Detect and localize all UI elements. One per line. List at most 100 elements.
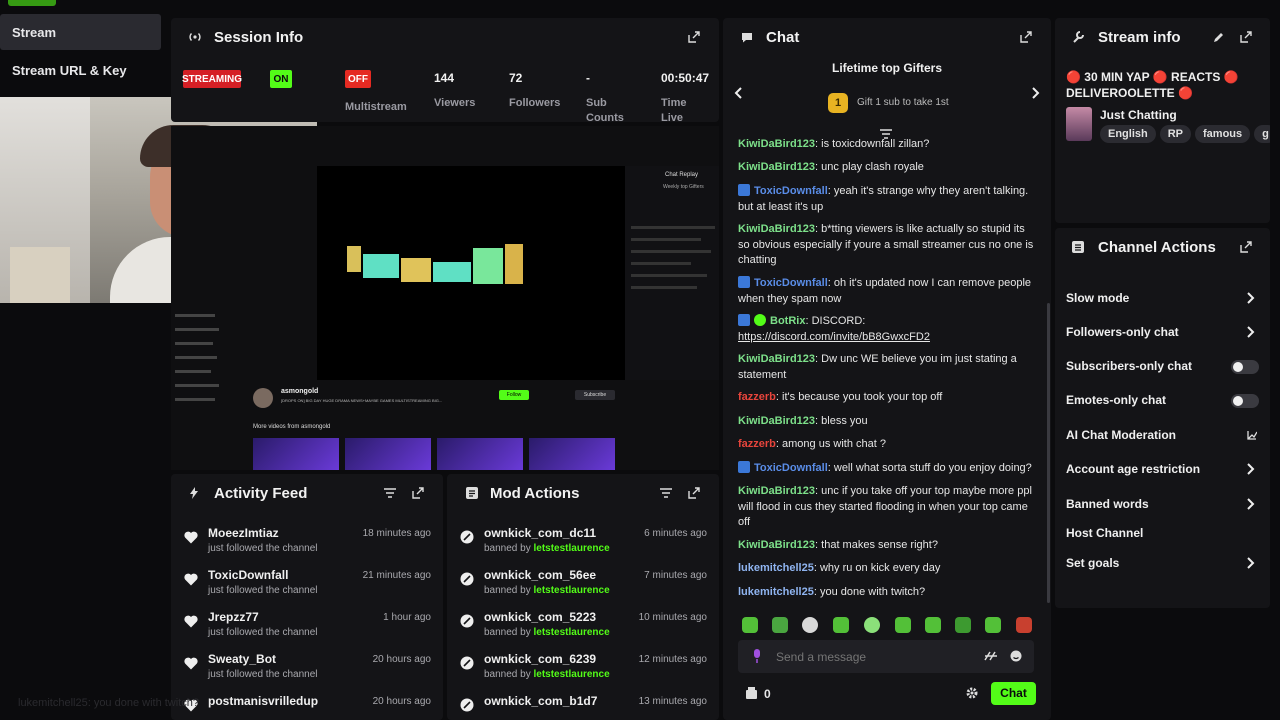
banned-by-label: banned by (484, 585, 531, 596)
chat-username[interactable]: ToxicDownfall (754, 185, 828, 197)
shortcut-icon[interactable] (982, 649, 998, 663)
toggle-switch[interactable] (1231, 394, 1259, 408)
channel-action-item[interactable]: Subscribers-only chat (1066, 359, 1192, 373)
activity-time: 20 hours ago (372, 696, 431, 707)
preview-side-chat: Chat Replay Weekly top Gifters (625, 166, 719, 380)
ban-icon (459, 613, 475, 629)
chat-username[interactable]: lukemitchell25 (738, 586, 814, 598)
chat-username[interactable]: KiwiDaBird123 (738, 138, 815, 150)
channel-actions-panel: Channel Actions (1055, 228, 1270, 608)
channel-action-item[interactable]: Host Channel (1066, 526, 1143, 540)
toggle-switch[interactable] (1231, 360, 1259, 374)
moderator-name[interactable]: letstestlaurence (534, 543, 610, 554)
pencil-icon[interactable] (1211, 30, 1225, 44)
moderator-name[interactable]: letstestlaurence (534, 627, 610, 638)
emote-icon[interactable] (895, 617, 911, 633)
emote-icon[interactable] (955, 617, 971, 633)
channel-action-item[interactable]: AI Chat Moderation (1066, 428, 1176, 442)
emote-icon[interactable] (925, 617, 941, 633)
chat-username[interactable]: fazzerb (738, 438, 776, 450)
emote-icon[interactable] (1016, 617, 1032, 633)
emote-icon[interactable] (864, 617, 880, 633)
verified-badge-icon (754, 314, 766, 326)
emote-icon[interactable] (742, 617, 758, 633)
popout-icon[interactable] (1019, 30, 1033, 44)
chevron-right-icon[interactable] (1029, 84, 1043, 102)
popout-icon[interactable] (1239, 240, 1253, 254)
message-input[interactable] (774, 646, 968, 668)
channel-points-icon[interactable] (744, 686, 758, 700)
chat-message: lukemitchell25: why ru on kick every day (738, 562, 941, 574)
activity-username[interactable]: Sweaty_Bot (208, 652, 276, 666)
tag-chip[interactable]: RP (1159, 125, 1192, 143)
chevron-right-icon[interactable] (1246, 291, 1256, 305)
chat-username[interactable]: KiwiDaBird123 (738, 353, 815, 365)
popout-icon[interactable] (1239, 30, 1253, 44)
filter-icon[interactable] (383, 486, 397, 500)
activity-username[interactable]: MoeezImtiaz (208, 526, 279, 540)
moderator-name[interactable]: letstestlaurence (534, 585, 610, 596)
followers-label: Followers (509, 97, 561, 109)
tag-chip[interactable]: g (1254, 125, 1270, 143)
banned-by-line: banned by letstestlaurence (484, 627, 610, 638)
chevron-right-icon[interactable] (1246, 556, 1256, 570)
channel-action-item[interactable]: Set goals (1066, 556, 1119, 570)
chat-scrollbar[interactable] (1047, 303, 1050, 603)
emote-icon[interactable] (985, 617, 1001, 633)
popout-icon[interactable] (411, 486, 425, 500)
emoji-icon[interactable] (1008, 649, 1024, 663)
microphone-icon[interactable] (750, 648, 764, 664)
nav-item-stream-url-key[interactable]: Stream URL & Key (0, 52, 161, 88)
banned-username[interactable]: ownkick_com_6239 (484, 652, 596, 666)
chat-message: fazzerb: among us with chat ? (738, 438, 886, 450)
chevron-right-icon[interactable] (1246, 497, 1256, 511)
activity-action: just followed the channel (208, 669, 318, 680)
gift-rank-badge: 1 (828, 93, 848, 113)
chat-username[interactable]: ToxicDownfall (754, 462, 828, 474)
activity-username[interactable]: Jrepzz77 (208, 610, 259, 624)
chat-send-button[interactable]: Chat (991, 682, 1036, 705)
external-link-icon[interactable] (1246, 428, 1258, 442)
preview-avatar (253, 388, 273, 408)
tag-chip[interactable]: English (1100, 125, 1156, 143)
chat-username[interactable]: KiwiDaBird123 (738, 539, 815, 551)
banned-username[interactable]: ownkick_com_5223 (484, 610, 596, 624)
chat-username[interactable]: KiwiDaBird123 (738, 223, 815, 235)
chevron-right-icon[interactable] (1246, 462, 1256, 476)
multistream-on-badge[interactable]: ON (270, 70, 292, 88)
stream-preview[interactable]: Chat Replay Weekly top Gifters asmongold… (171, 126, 719, 470)
chat-username[interactable]: KiwiDaBird123 (738, 161, 815, 173)
chat-username[interactable]: lukemitchell25 (738, 562, 814, 574)
chevron-right-icon[interactable] (1246, 325, 1256, 339)
channel-action-item[interactable]: Account age restriction (1066, 462, 1200, 476)
channel-action-item[interactable]: Followers-only chat (1066, 325, 1179, 339)
tag-chip[interactable]: famous (1195, 125, 1251, 143)
channel-action-item[interactable]: Banned words (1066, 497, 1149, 511)
popout-icon[interactable] (687, 30, 701, 44)
banned-username[interactable]: ownkick_com_56ee (484, 568, 596, 582)
banned-username[interactable]: ownkick_com_b1d7 (484, 694, 597, 708)
channel-action-item[interactable]: Slow mode (1066, 291, 1129, 305)
chevron-left-icon[interactable] (731, 84, 745, 102)
chat-username[interactable]: KiwiDaBird123 (738, 485, 815, 497)
activity-username[interactable]: ToxicDownfall (208, 568, 288, 582)
filter-icon[interactable] (659, 486, 673, 500)
emote-icon[interactable] (833, 617, 849, 633)
chat-message: KiwiDaBird123: bless you (738, 415, 868, 427)
channel-action-item[interactable]: Emotes-only chat (1066, 393, 1166, 407)
chat-username[interactable]: ToxicDownfall (754, 277, 828, 289)
chat-username[interactable]: KiwiDaBird123 (738, 415, 815, 427)
activity-action: just followed the channel (208, 627, 318, 638)
discord-link[interactable]: https://discord.com/invite/bB8GwxcFD2 (738, 331, 930, 343)
gear-icon[interactable] (965, 686, 979, 700)
activity-username[interactable]: postmanisvrilledup (208, 694, 318, 708)
banned-username[interactable]: ownkick_com_dc11 (484, 526, 596, 540)
emote-icon[interactable] (772, 617, 788, 633)
emote-icon[interactable] (802, 617, 818, 633)
popout-icon[interactable] (687, 486, 701, 500)
multistream-off-badge[interactable]: OFF (345, 70, 371, 88)
moderator-name[interactable]: letstestlaurence (534, 669, 610, 680)
nav-item-stream[interactable]: Stream (0, 14, 161, 50)
chat-username[interactable]: fazzerb (738, 391, 776, 403)
chat-username[interactable]: BotRix (770, 315, 805, 327)
